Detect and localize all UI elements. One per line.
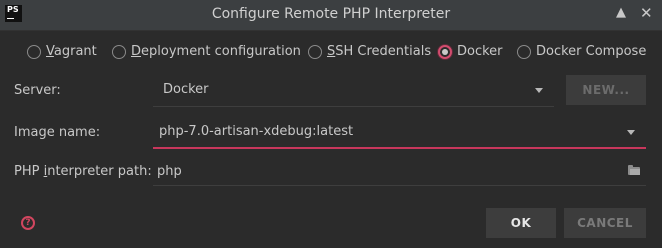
radio-button-icon[interactable] bbox=[438, 45, 452, 59]
server-label: Server: bbox=[14, 83, 61, 98]
server-value: Docker bbox=[163, 82, 209, 97]
image-name-label: Image name: bbox=[14, 125, 101, 140]
radio-button-icon[interactable] bbox=[308, 45, 322, 59]
new-server-button[interactable]: NEW... bbox=[566, 75, 646, 105]
minimize-icon[interactable]: ▲ bbox=[616, 5, 626, 20]
folder-icon[interactable] bbox=[628, 165, 640, 175]
php-interpreter-path-field[interactable]: php bbox=[153, 157, 646, 186]
cancel-button[interactable]: CANCEL bbox=[564, 208, 646, 238]
image-name-combobox[interactable]: php-7.0-artisan-xdebug:latest bbox=[153, 117, 646, 149]
image-name-value: php-7.0-artisan-xdebug:latest bbox=[159, 124, 354, 139]
close-icon[interactable]: ✕ bbox=[640, 4, 653, 22]
server-combobox[interactable]: Docker bbox=[153, 75, 554, 107]
radio-label: Docker Compose bbox=[536, 44, 647, 59]
chevron-down-icon[interactable] bbox=[535, 88, 543, 93]
radio-label: Deployment configuration bbox=[131, 44, 301, 59]
radio-label: Vagrant bbox=[46, 44, 97, 59]
title-bar: PS Configure Remote PHP Interpreter ▲ ✕ bbox=[0, 0, 662, 31]
help-icon[interactable]: ? bbox=[21, 216, 35, 230]
radio-label: SSH Credentials bbox=[327, 44, 432, 59]
chevron-down-icon[interactable] bbox=[627, 130, 635, 135]
window-title: Configure Remote PHP Interpreter bbox=[211, 6, 451, 22]
php-interpreter-path-value: php bbox=[157, 164, 182, 179]
radio-label: Docker bbox=[457, 44, 503, 59]
radio-button-icon[interactable] bbox=[112, 45, 126, 59]
ok-button[interactable]: OK bbox=[486, 208, 556, 238]
php-interpreter-path-label: PHP interpreter path: bbox=[14, 164, 152, 179]
radio-button-icon[interactable] bbox=[27, 45, 41, 59]
radio-button-icon[interactable] bbox=[517, 45, 531, 59]
